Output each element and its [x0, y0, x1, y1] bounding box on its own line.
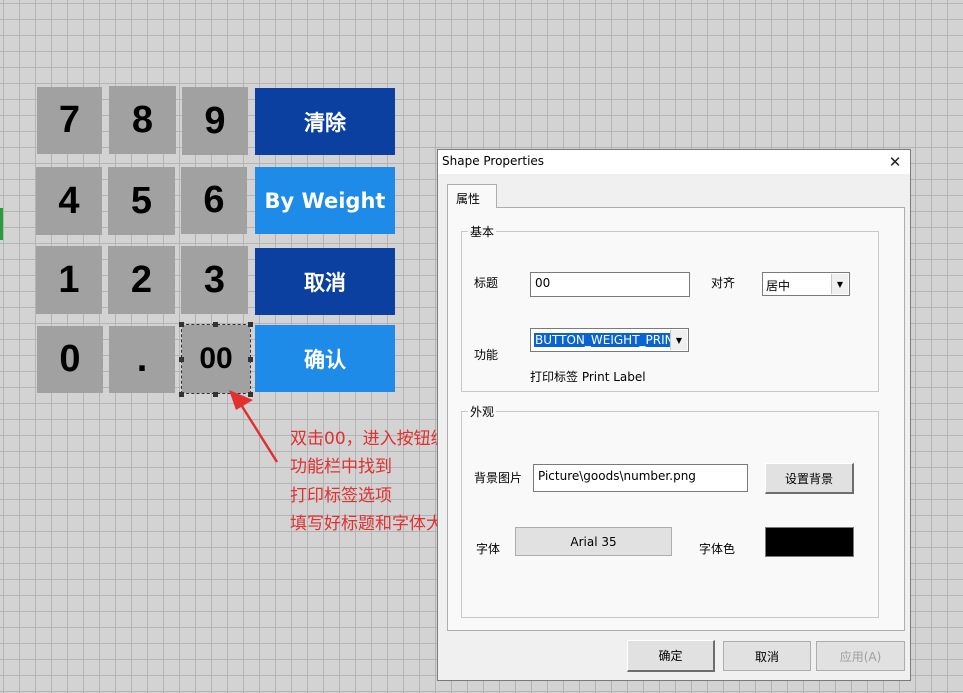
key-3[interactable]: 3: [181, 246, 248, 314]
resize-handle[interactable]: [179, 357, 184, 362]
resize-handle[interactable]: [248, 357, 253, 362]
key-dot[interactable]: .: [109, 326, 175, 393]
key-8[interactable]: 8: [109, 86, 176, 154]
set-background-button[interactable]: 设置背景: [765, 463, 854, 494]
background-image-input[interactable]: Picture\goods\number.png: [533, 464, 748, 492]
ok-button[interactable]: 确定: [627, 640, 715, 672]
apply-button[interactable]: 应用(A): [816, 641, 905, 671]
title-input[interactable]: 00: [530, 272, 690, 297]
align-label: 对齐: [711, 276, 736, 290]
tab-properties[interactable]: 属性: [447, 184, 497, 208]
resize-handle[interactable]: [179, 322, 184, 327]
confirm-key-button[interactable]: 确认: [255, 325, 395, 392]
cancel-key-button[interactable]: 取消: [255, 248, 395, 315]
key-5[interactable]: 5: [108, 167, 175, 235]
background-image-label: 背景图片: [474, 471, 523, 485]
resize-handle[interactable]: [179, 392, 184, 397]
shape-properties-dialog: Shape Properties ✕ 基本 标题 00 对齐 居中 ▼ 功能 B…: [437, 149, 911, 681]
key-2[interactable]: 2: [108, 246, 175, 314]
basic-group-title: 基本: [468, 223, 497, 240]
function-select[interactable]: BUTTON_WEIGHT_PRIN ▼: [530, 328, 689, 352]
annotation-line-2: 功能栏中找到: [290, 457, 392, 477]
align-select-value: 居中: [766, 279, 791, 293]
dialog-title: Shape Properties: [442, 154, 545, 168]
basic-group: 基本 标题 00 对齐 居中 ▼ 功能 BUTTON_WEIGHT_PRIN ▼…: [461, 223, 879, 392]
appearance-group: 外观 背景图片 Picture\goods\number.png 设置背景 字体…: [461, 403, 879, 618]
key-1[interactable]: 1: [36, 246, 102, 314]
font-label: 字体: [476, 542, 501, 556]
font-color-label: 字体色: [699, 542, 736, 556]
resize-handle[interactable]: [213, 322, 218, 327]
close-icon[interactable]: ✕: [882, 150, 908, 174]
resize-handle[interactable]: [213, 392, 218, 397]
key-0[interactable]: 0: [37, 326, 103, 393]
font-button[interactable]: Arial 35: [515, 527, 672, 556]
key-6[interactable]: 6: [181, 167, 247, 234]
key-7[interactable]: 7: [37, 87, 102, 154]
annotation-line-3: 打印标签选项: [290, 486, 392, 506]
key-00[interactable]: 00: [182, 325, 250, 393]
resize-handle[interactable]: [248, 392, 253, 397]
clear-button[interactable]: 清除: [255, 88, 395, 155]
function-label: 功能: [474, 348, 499, 362]
function-description: 打印标签 Print Label: [530, 370, 646, 384]
title-label: 标题: [474, 276, 499, 290]
by-weight-button[interactable]: By Weight: [255, 167, 395, 234]
key-9[interactable]: 9: [182, 87, 248, 155]
align-select[interactable]: 居中 ▼: [762, 272, 850, 296]
resize-handle[interactable]: [248, 322, 253, 327]
appearance-group-title: 外观: [468, 403, 497, 420]
chevron-down-icon[interactable]: ▼: [670, 330, 687, 350]
cancel-button[interactable]: 取消: [723, 641, 811, 671]
key-4[interactable]: 4: [36, 167, 102, 235]
function-select-value: BUTTON_WEIGHT_PRIN: [534, 333, 672, 347]
font-color-swatch[interactable]: [765, 527, 854, 557]
left-edge-marker: [0, 208, 3, 240]
properties-tab-page: 基本 标题 00 对齐 居中 ▼ 功能 BUTTON_WEIGHT_PRIN ▼…: [447, 207, 905, 631]
chevron-down-icon[interactable]: ▼: [831, 274, 848, 294]
dialog-titlebar[interactable]: Shape Properties ✕: [438, 150, 910, 174]
